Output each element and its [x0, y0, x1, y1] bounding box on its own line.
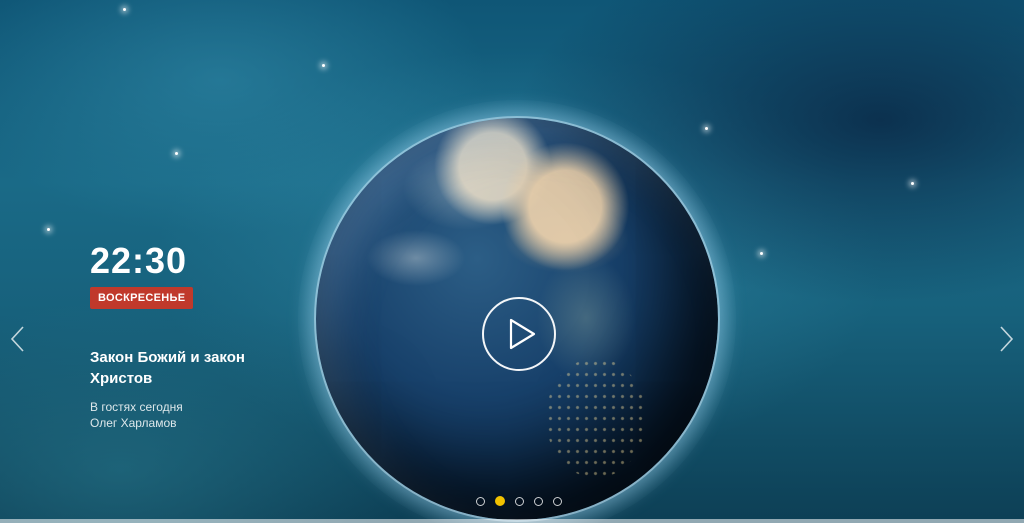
program-guest: В гостях сегодня Олег Харламов — [90, 399, 290, 431]
star — [760, 252, 763, 255]
broadcast-time: 22:30 — [90, 240, 188, 281]
pagination-dot-2[interactable] — [495, 496, 505, 506]
bottom-bar — [0, 519, 1024, 523]
star — [322, 64, 325, 67]
day-badge: Воскресенье — [90, 287, 194, 309]
guest-name: Олег Харламов — [90, 416, 177, 430]
star — [123, 8, 126, 11]
pagination-dot-5[interactable] — [553, 497, 562, 506]
play-icon — [509, 318, 536, 350]
guest-label: В гостях сегодня — [90, 400, 183, 414]
chevron-left-icon — [10, 326, 24, 352]
slide-pagination — [476, 496, 562, 506]
next-slide-button[interactable] — [996, 324, 1016, 354]
chevron-right-icon — [1000, 326, 1014, 352]
prev-slide-button[interactable] — [8, 324, 28, 354]
star — [175, 152, 178, 155]
play-button[interactable] — [482, 297, 556, 371]
star — [911, 182, 914, 185]
slide-info: 22:30 Воскресенье Закон Божий и закон Хр… — [90, 242, 290, 431]
star — [47, 228, 50, 231]
hero-slider: 22:30 Воскресенье Закон Божий и закон Хр… — [0, 0, 1024, 523]
pagination-dot-1[interactable] — [476, 497, 485, 506]
program-title[interactable]: Закон Божий и закон Христов — [90, 347, 290, 389]
pagination-dot-3[interactable] — [515, 497, 524, 506]
pagination-dot-4[interactable] — [534, 497, 543, 506]
